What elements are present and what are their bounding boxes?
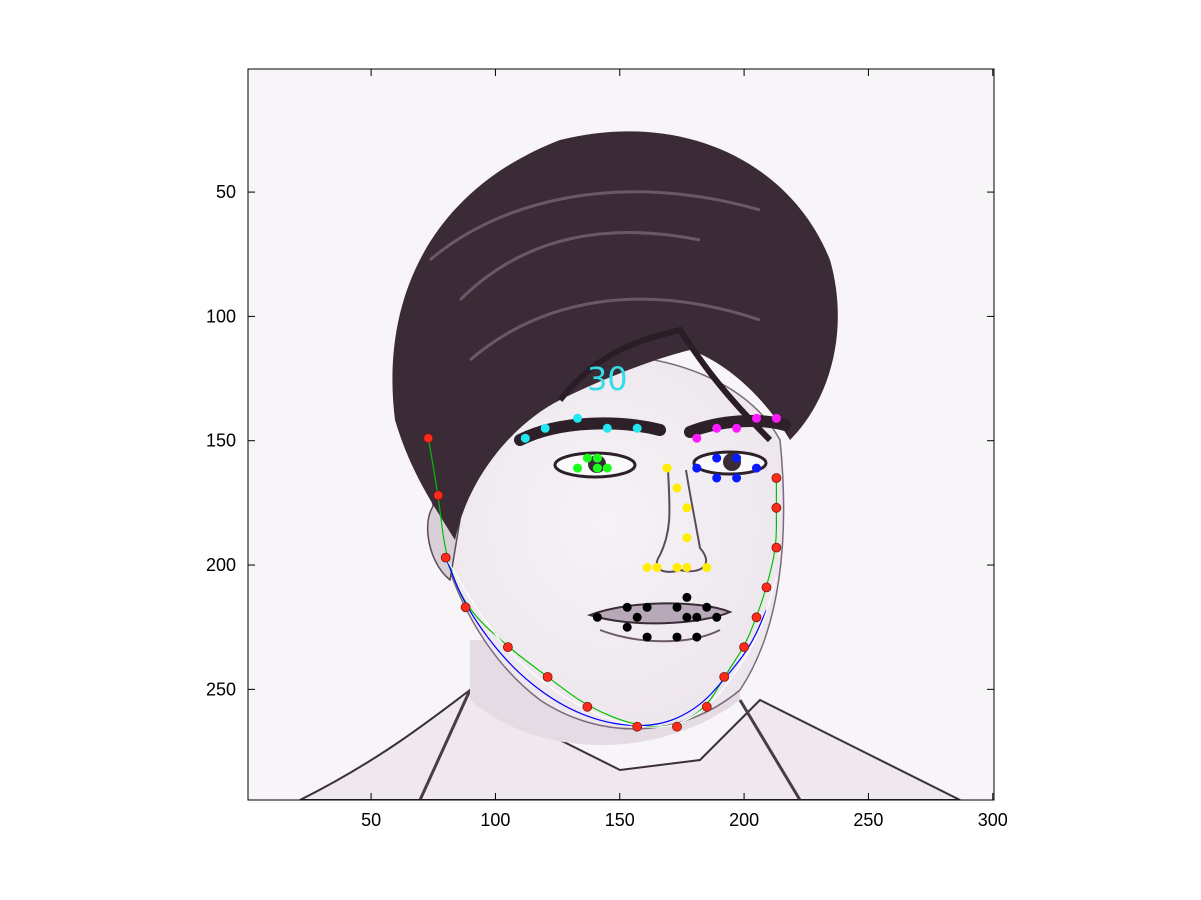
- landmark-point: [752, 463, 761, 473]
- landmark-point: [761, 582, 772, 593]
- landmark-point: [632, 423, 642, 433]
- landmark-point: [460, 602, 471, 613]
- landmark-point: [573, 463, 582, 473]
- landmark-point: [771, 542, 782, 553]
- landmark-point: [542, 672, 553, 682]
- landmark-point: [692, 463, 702, 473]
- landmark-point: [642, 632, 652, 642]
- landmark-point: [652, 563, 662, 572]
- landmark-point: [672, 632, 682, 642]
- landmark-point: [692, 433, 702, 443]
- x-tick-label: 300: [978, 810, 1008, 830]
- landmark-point: [632, 612, 642, 622]
- landmark-point: [682, 612, 692, 622]
- landmark-point: [592, 612, 602, 622]
- y-tick-label: 50: [216, 182, 236, 202]
- landmark-point: [682, 533, 692, 543]
- x-tick-label: 50: [361, 810, 381, 830]
- landmark-point: [520, 433, 530, 443]
- landmark-point: [502, 642, 513, 652]
- landmark-point: [771, 413, 781, 423]
- landmark-point: [423, 433, 434, 444]
- landmark-point: [682, 592, 692, 602]
- y-tick-label: 250: [206, 679, 236, 699]
- landmark-point: [739, 642, 749, 652]
- annotation-layer: 30: [587, 360, 628, 398]
- y-tick-label: 100: [206, 306, 236, 326]
- landmark-point: [751, 612, 762, 623]
- landmark-point: [692, 632, 702, 642]
- landmark-point: [662, 463, 672, 473]
- landmark-point: [771, 502, 782, 513]
- landmark-point: [602, 423, 612, 433]
- landmark-point: [672, 483, 682, 493]
- landmark-point: [622, 602, 632, 612]
- landmark-point: [592, 463, 602, 473]
- landmark-point: [642, 563, 652, 572]
- landmark-point: [712, 612, 722, 622]
- landmark-point: [642, 602, 652, 612]
- landmark-point: [573, 413, 582, 423]
- landmark-point: [771, 473, 782, 483]
- landmark-point: [632, 721, 643, 732]
- x-tick-label: 100: [480, 810, 510, 830]
- landmark-point: [540, 423, 550, 433]
- face-sketch-image: [248, 69, 994, 800]
- landmark-point: [592, 453, 602, 463]
- landmark-point: [682, 503, 692, 513]
- landmark-point: [582, 453, 592, 463]
- landmark-point: [672, 563, 682, 572]
- landmark-point: [433, 490, 444, 501]
- landmark-point: [672, 721, 682, 732]
- landmark-point: [702, 563, 712, 572]
- landmark-point: [732, 423, 742, 433]
- x-tick-label: 200: [729, 810, 759, 830]
- landmark-point: [701, 701, 712, 712]
- x-tick-label: 250: [853, 810, 883, 830]
- landmark-point: [719, 672, 730, 682]
- y-tick-label: 150: [206, 431, 236, 451]
- x-tick-label: 150: [605, 810, 635, 830]
- landmark-point: [732, 473, 742, 483]
- landmark-point: [622, 622, 632, 632]
- landmark-point: [712, 453, 722, 463]
- landmark-point: [712, 473, 722, 483]
- y-tick-label: 200: [206, 555, 236, 575]
- landmark-point: [712, 423, 722, 433]
- landmark-point: [752, 413, 761, 423]
- landmark-point: [732, 453, 742, 463]
- landmark-point: [602, 463, 612, 473]
- annotation-label: 30: [587, 360, 628, 398]
- landmark-point: [682, 563, 692, 572]
- landmark-point: [440, 552, 451, 563]
- landmark-point: [702, 602, 712, 612]
- landmark-point: [582, 701, 593, 712]
- landmark-point: [672, 602, 682, 612]
- landmark-figure: 30 50 100 150 200 250 300 50 100 150 200 250: [206, 68, 1008, 830]
- landmark-point: [692, 612, 702, 622]
